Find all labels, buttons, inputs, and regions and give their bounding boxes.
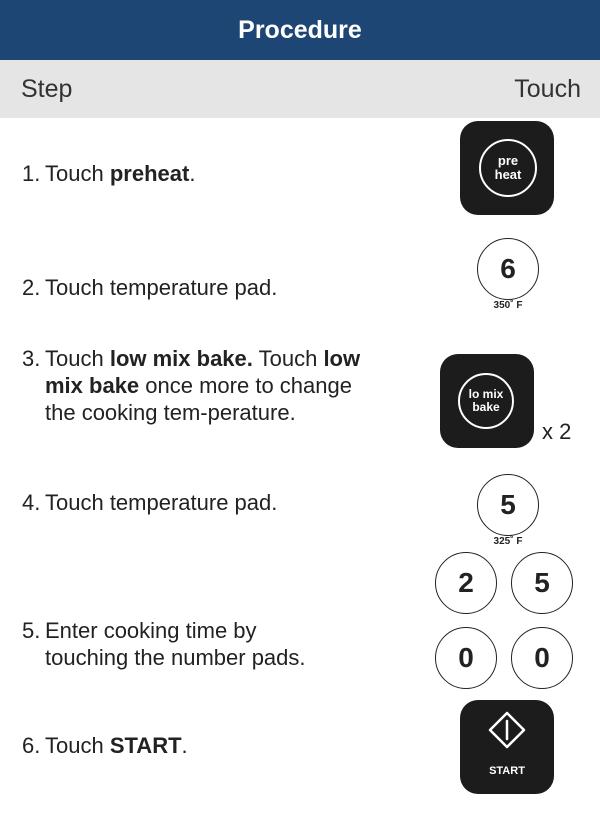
temperature-label: 325˚ F — [490, 536, 526, 547]
number-pad-2[interactable]: 2 — [435, 552, 497, 614]
step-number: 2. — [22, 275, 41, 300]
step-number: 3. — [22, 346, 41, 371]
step-number: 5. — [22, 618, 41, 643]
press-count: x 2 — [542, 419, 572, 444]
step-column-label: Step — [21, 75, 73, 103]
procedure-title: Procedure — [238, 15, 362, 44]
temperature-label: 350˚ F — [490, 300, 526, 311]
low-mix-bake-key[interactable]: lo mix bake — [440, 354, 534, 448]
touch-column-label: Touch — [514, 75, 581, 103]
step-text: Touch low mix bake. Touch low mix bake o… — [45, 346, 361, 425]
start-label: START — [489, 765, 525, 777]
step-text: Enter cooking time by touching the numbe… — [45, 618, 306, 670]
step-text: Touch START. — [45, 733, 188, 758]
step-text: Touch temperature pad. — [45, 490, 278, 515]
low-mix-bake-ring-icon: lo mix bake — [458, 373, 514, 429]
step-number: 4. — [22, 490, 41, 515]
step-text: Touch preheat. — [45, 161, 196, 186]
column-header-row: Step Touch — [0, 60, 600, 118]
number-pad-0[interactable]: 0 — [511, 627, 573, 689]
step-number: 6. — [22, 733, 41, 758]
temperature-pad-6[interactable]: 6 — [477, 238, 539, 300]
start-diamond-icon — [488, 711, 526, 749]
number-pad-5[interactable]: 5 — [511, 552, 573, 614]
number-pad-0[interactable]: 0 — [435, 627, 497, 689]
preheat-key[interactable]: pre heat — [460, 121, 554, 215]
temperature-pad-5[interactable]: 5 — [477, 474, 539, 536]
procedure-header: Procedure — [0, 0, 600, 60]
step-number: 1. — [22, 161, 41, 186]
start-key[interactable]: START — [460, 700, 554, 794]
preheat-ring-icon: pre heat — [479, 139, 537, 197]
step-text: Touch temperature pad. — [45, 275, 278, 300]
